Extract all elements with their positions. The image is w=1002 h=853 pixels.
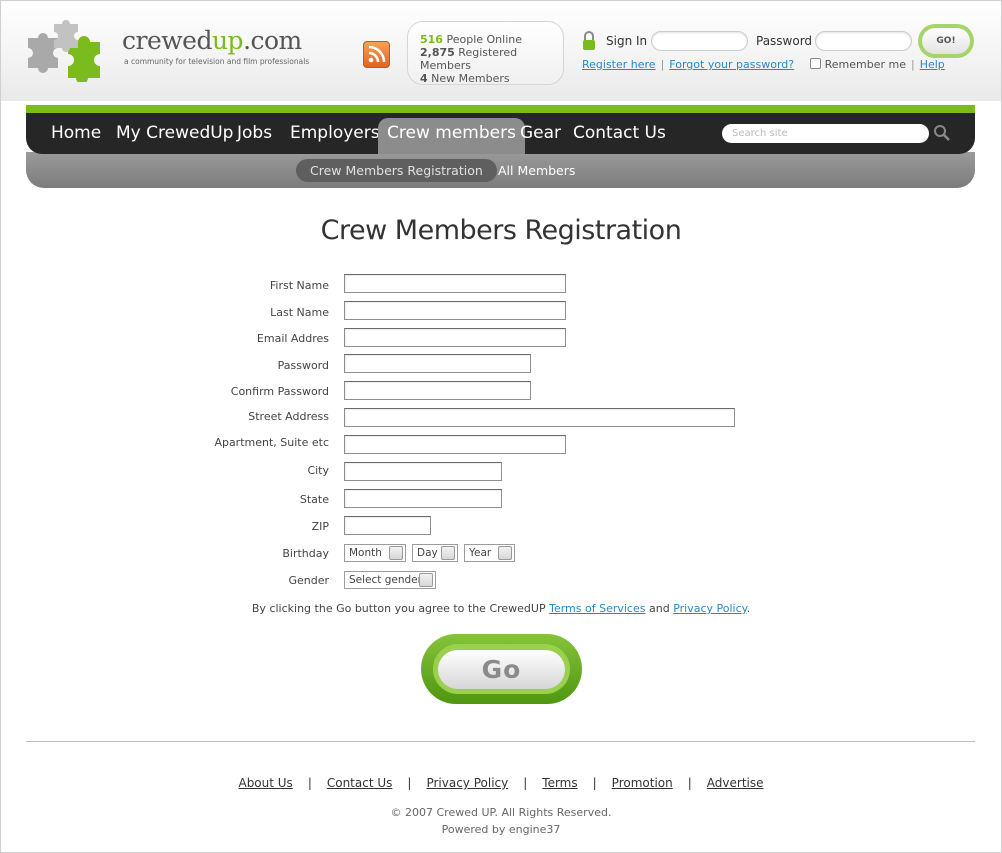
birthday-day-select[interactable]: Day xyxy=(412,544,458,562)
powered-by: Powered by engine37 xyxy=(441,823,561,836)
first-name-label: First Name xyxy=(269,279,329,292)
first-name-field[interactable] xyxy=(344,274,566,293)
password-label: Password xyxy=(756,34,813,48)
nav-home[interactable]: Home xyxy=(51,118,101,154)
forgot-password-link[interactable]: Forgot your password? xyxy=(669,58,794,71)
birthday-month-select[interactable]: Month xyxy=(344,544,406,562)
rss-feed-button[interactable] xyxy=(363,41,390,68)
gender-label: Gender xyxy=(288,574,329,587)
site-stats: 516 People Online 2,875 Registered Membe… xyxy=(407,21,564,85)
footer-terms-link[interactable]: Terms xyxy=(542,776,577,790)
state-label: State xyxy=(299,493,329,506)
help-link[interactable]: Help xyxy=(920,58,945,71)
remember-me-checkbox[interactable] xyxy=(809,58,821,69)
privacy-policy-link[interactable]: Privacy Policy xyxy=(673,602,746,615)
footer-links: About Us | Contact Us | Privacy Policy | Terms… xyxy=(238,776,764,790)
subnav-all-members[interactable]: All Members xyxy=(498,159,575,182)
gender-select[interactable]: Select gender xyxy=(344,571,436,589)
search-icon[interactable] xyxy=(933,124,951,142)
nav-crew-members[interactable]: Crew members xyxy=(378,118,525,154)
remember-me-label: Remember me xyxy=(824,58,906,71)
stat-online: 516 People Online xyxy=(420,33,522,46)
birthday-year-select[interactable]: Year xyxy=(464,544,515,562)
city-label: City xyxy=(307,464,329,477)
birthday-day-value: Day xyxy=(417,547,438,559)
birthday-year-value: Year xyxy=(469,547,492,559)
apartment-field[interactable] xyxy=(344,435,566,454)
last-name-label: Last Name xyxy=(270,306,329,319)
separator: | xyxy=(910,58,915,71)
nav-gear[interactable]: Gear xyxy=(520,118,561,154)
login-sub-links: Register here | Forgot your password? Reme… xyxy=(582,58,945,71)
street-address-field[interactable] xyxy=(344,408,735,427)
subnav-crew-registration[interactable]: Crew Members Registration xyxy=(296,159,497,182)
lock-icon xyxy=(583,31,595,50)
street-address-label: Street Address xyxy=(248,410,329,423)
login-go-label: GO! xyxy=(922,28,970,54)
login-go-button[interactable]: GO! xyxy=(918,24,974,58)
last-name-field[interactable] xyxy=(344,301,566,320)
nav-employers[interactable]: Employers xyxy=(290,118,380,154)
username-input[interactable] xyxy=(651,31,748,51)
go-button-label: Go xyxy=(438,650,565,689)
search-input[interactable]: Search site xyxy=(722,124,929,143)
login-password-input[interactable] xyxy=(815,31,912,51)
stat-registered: 2,875 Registered Members xyxy=(420,46,518,72)
email-field[interactable] xyxy=(344,328,566,347)
state-field[interactable] xyxy=(344,489,502,508)
dropdown-arrow-icon xyxy=(419,573,433,587)
nav-jobs[interactable]: Jobs xyxy=(237,118,272,154)
confirm-password-field[interactable] xyxy=(344,381,531,400)
terms-agreement: By clicking the Go button you agree to t… xyxy=(251,602,751,615)
confirm-password-label: Confirm Password xyxy=(230,385,329,398)
email-label: Email Addres xyxy=(256,332,329,345)
zip-label: ZIP xyxy=(311,520,329,533)
password-field-label: Password xyxy=(277,359,329,372)
puzzle-logo-icon xyxy=(28,20,100,82)
footer-privacy-policy-link[interactable]: Privacy Policy xyxy=(426,776,508,790)
copyright: © 2007 Crewed UP. All Rights Reserved. xyxy=(390,806,612,819)
nav-my-crewedup[interactable]: My CrewedUp xyxy=(116,118,233,154)
dropdown-arrow-icon xyxy=(389,546,403,560)
stat-new: 4 New Members xyxy=(420,72,510,85)
birthday-month-value: Month xyxy=(349,547,382,559)
footer-about-us-link[interactable]: About Us xyxy=(238,776,292,790)
birthday-label: Birthday xyxy=(282,547,329,560)
city-field[interactable] xyxy=(344,462,502,481)
sign-in-label: Sign In xyxy=(606,34,648,48)
site-logo[interactable]: crewedup.com a community for television … xyxy=(24,20,324,84)
footer-advertise-link[interactable]: Advertise xyxy=(707,776,764,790)
page-title: Crew Members Registration xyxy=(320,215,682,246)
nav-contact-us[interactable]: Contact Us xyxy=(573,118,666,154)
footer-promotion-link[interactable]: Promotion xyxy=(612,776,673,790)
password-field[interactable] xyxy=(344,354,531,373)
dropdown-arrow-icon xyxy=(441,546,455,560)
logo-wordmark: crewedup.com xyxy=(122,26,302,55)
register-link[interactable]: Register here xyxy=(582,58,656,71)
dropdown-arrow-icon xyxy=(498,546,512,560)
footer-contact-us-link[interactable]: Contact Us xyxy=(327,776,393,790)
zip-field[interactable] xyxy=(344,516,431,535)
rss-icon xyxy=(368,45,386,63)
gender-value: Select gender xyxy=(349,574,422,586)
nav-accent-line xyxy=(26,105,975,113)
footer-divider xyxy=(26,741,975,742)
logo-tagline: a community for television and film prof… xyxy=(124,57,310,66)
go-submit-button[interactable]: Go xyxy=(421,634,582,704)
apartment-label: Apartment, Suite etc xyxy=(214,436,329,449)
terms-of-services-link[interactable]: Terms of Services xyxy=(549,602,645,615)
separator: | xyxy=(660,58,665,71)
